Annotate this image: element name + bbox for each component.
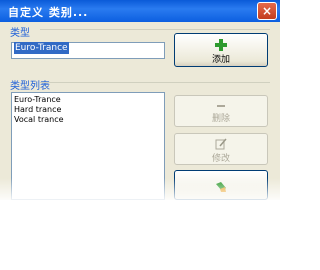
close-button[interactable]: × — [257, 2, 277, 20]
list-item[interactable]: Hard trance — [14, 105, 162, 115]
title-bar[interactable]: 自定义 类别... × — [0, 0, 280, 22]
edit-button[interactable]: 修改 — [174, 133, 268, 165]
delete-button[interactable]: 删除 — [174, 95, 268, 127]
minus-icon — [217, 104, 225, 107]
type-input-value: Euro-Trance — [14, 42, 69, 54]
custom-category-dialog: 自定义 类别... × 类型 Euro-Trance 添加 类型列表 Euro-… — [0, 0, 280, 200]
add-button[interactable]: 添加 — [174, 33, 268, 67]
delete-button-label: 删除 — [211, 112, 230, 123]
plus-icon — [215, 38, 227, 51]
type-list-group-border — [40, 82, 270, 83]
window-title: 自定义 类别... — [8, 6, 89, 19]
list-item[interactable]: Euro-Trance — [14, 95, 162, 105]
type-list-group-label: 类型列表 — [10, 81, 50, 92]
add-button-label: 添加 — [211, 53, 230, 64]
type-group-border — [40, 29, 270, 30]
edit-button-label: 修改 — [211, 153, 230, 163]
type-group-label: 类型 — [10, 28, 30, 39]
type-input[interactable]: Euro-Trance — [11, 42, 165, 59]
edit-icon — [215, 138, 227, 150]
list-item[interactable]: Vocal trance — [14, 115, 162, 125]
close-icon: × — [261, 4, 273, 18]
bottom-fade-overlay — [0, 178, 280, 270]
